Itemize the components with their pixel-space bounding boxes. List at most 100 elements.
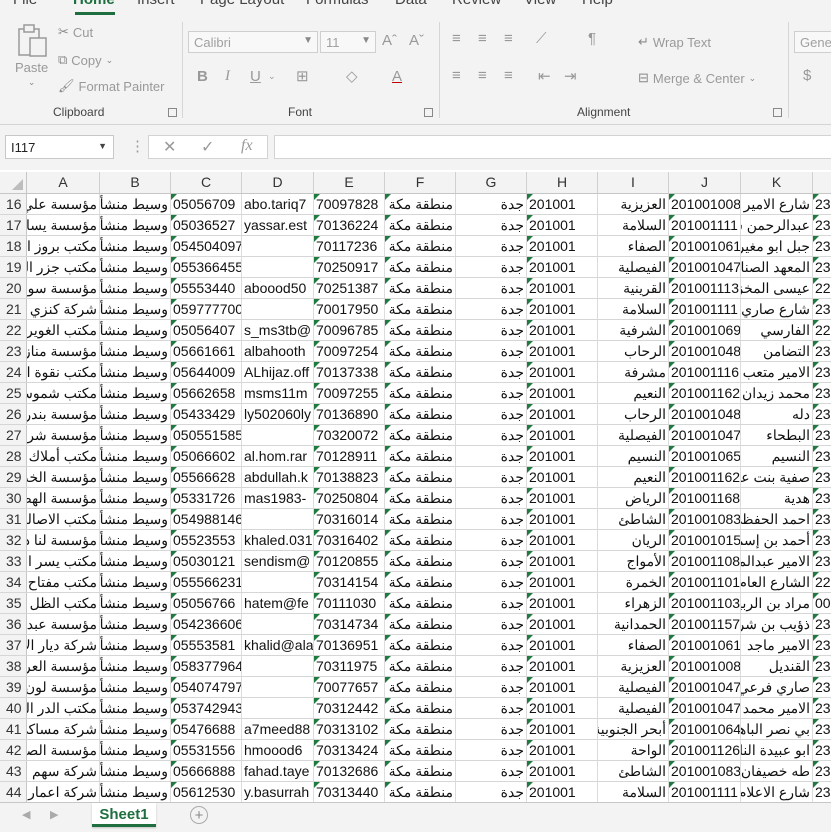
- cell-e[interactable]: 70313424: [314, 740, 385, 760]
- cell-j[interactable]: 201001162: [669, 467, 741, 487]
- cell-e[interactable]: 70077657: [314, 677, 385, 697]
- row-header[interactable]: 42: [0, 740, 27, 760]
- cell-k[interactable]: ابو عبيدة النا: [741, 740, 813, 760]
- cell-b[interactable]: وسيط منشأة: [100, 320, 171, 340]
- cell-a[interactable]: مؤسسة الهض: [27, 488, 100, 508]
- cell-j[interactable]: 201001047: [669, 677, 741, 697]
- cell-b[interactable]: وسيط منشأة: [100, 593, 171, 613]
- cell-k[interactable]: أحمد بن إسم: [741, 530, 813, 550]
- cell-g[interactable]: جدة: [456, 761, 527, 781]
- align-left-icon[interactable]: ≡: [452, 67, 461, 84]
- row-header[interactable]: 44: [0, 782, 27, 802]
- cell-k[interactable]: الفارسي: [741, 320, 813, 340]
- insert-function-button[interactable]: fx: [241, 137, 253, 155]
- cell-k[interactable]: صاري فرعي: [741, 677, 813, 697]
- cell-h[interactable]: 201001: [527, 740, 598, 760]
- clipboard-launcher-icon[interactable]: [168, 108, 177, 117]
- align-bottom-icon[interactable]: ≡: [504, 30, 513, 47]
- cell-e[interactable]: 70313440: [314, 782, 385, 802]
- cell-k[interactable]: عبدالرحمن ش: [741, 215, 813, 235]
- increase-font-button[interactable]: Aˆ: [382, 32, 397, 49]
- cell-d[interactable]: mas1983-: [242, 488, 314, 508]
- cell-c[interactable]: 0505515851: [171, 425, 242, 445]
- row-header[interactable]: 16: [0, 194, 27, 214]
- cell-l[interactable]: 22: [813, 320, 831, 340]
- cell-e[interactable]: 70136890: [314, 404, 385, 424]
- align-top-icon[interactable]: ≡: [452, 30, 461, 47]
- cell-j[interactable]: 201001162: [669, 383, 741, 403]
- cell-f[interactable]: منطقة مكة الـ: [385, 299, 456, 319]
- cell-i[interactable]: السلامة: [598, 299, 669, 319]
- cell-b[interactable]: وسيط منشأة: [100, 509, 171, 529]
- cell-e[interactable]: 70097828: [314, 194, 385, 214]
- cell-c[interactable]: 05433429: [171, 404, 242, 424]
- increase-indent-icon[interactable]: ⇥: [564, 67, 577, 85]
- cell-h[interactable]: 201001: [527, 635, 598, 655]
- cell-b[interactable]: وسيط منشأة: [100, 761, 171, 781]
- cell-a[interactable]: مؤسسة يسار: [27, 215, 100, 235]
- copy-button[interactable]: ⧉ Copy ⌄: [58, 52, 113, 68]
- cell-c[interactable]: 05553440: [171, 278, 242, 298]
- cell-g[interactable]: جدة: [456, 383, 527, 403]
- number-format-dropdown[interactable]: Gene: [794, 31, 831, 53]
- cell-k[interactable]: هدية: [741, 488, 813, 508]
- cell-e[interactable]: 70120855: [314, 551, 385, 571]
- cell-j[interactable]: 201001083: [669, 761, 741, 781]
- text-direction-icon[interactable]: ¶: [588, 30, 596, 47]
- cell-b[interactable]: وسيط منشأة: [100, 404, 171, 424]
- cell-f[interactable]: منطقة مكة الـ: [385, 761, 456, 781]
- cell-c[interactable]: 05531556: [171, 740, 242, 760]
- cell-c[interactable]: 0583779647: [171, 656, 242, 676]
- cell-g[interactable]: جدة: [456, 656, 527, 676]
- cell-d[interactable]: [242, 656, 314, 676]
- cell-i[interactable]: العزيزية: [598, 656, 669, 676]
- cell-c[interactable]: 05553581: [171, 635, 242, 655]
- cell-h[interactable]: 201001: [527, 698, 598, 718]
- cell-h[interactable]: 201001: [527, 530, 598, 550]
- cell-l[interactable]: 23: [813, 341, 831, 361]
- cell-h[interactable]: 201001: [527, 341, 598, 361]
- cell-k[interactable]: محمد زيدان: [741, 383, 813, 403]
- cell-b[interactable]: وسيط منشأة: [100, 572, 171, 592]
- cell-e[interactable]: 70136951: [314, 635, 385, 655]
- cell-h[interactable]: 201001: [527, 509, 598, 529]
- cell-l[interactable]: 23: [813, 404, 831, 424]
- cell-l[interactable]: 23: [813, 614, 831, 634]
- cell-a[interactable]: شركة ديار الا: [27, 635, 100, 655]
- borders-icon[interactable]: ⊞: [296, 67, 309, 85]
- cell-d[interactable]: y.basurrah: [242, 782, 314, 802]
- cell-a[interactable]: مكتب أملاك: [27, 446, 100, 466]
- cell-j[interactable]: 201001064: [669, 719, 741, 739]
- cell-i[interactable]: أبحر الجنوبية: [598, 719, 669, 739]
- cell-f[interactable]: منطقة مكة الـ: [385, 572, 456, 592]
- cell-f[interactable]: منطقة مكة الـ: [385, 488, 456, 508]
- cell-e[interactable]: 70137338: [314, 362, 385, 382]
- cell-d[interactable]: abo.tariq7: [242, 194, 314, 214]
- cell-j[interactable]: 201001168: [669, 488, 741, 508]
- cell-f[interactable]: منطقة مكة الـ: [385, 614, 456, 634]
- cell-k[interactable]: النسيم: [741, 446, 813, 466]
- cell-h[interactable]: 201001: [527, 362, 598, 382]
- cell-h[interactable]: 201001: [527, 614, 598, 634]
- cell-l[interactable]: 23: [813, 383, 831, 403]
- cell-e[interactable]: 70314154: [314, 572, 385, 592]
- cell-a[interactable]: مؤسسة العرو: [27, 656, 100, 676]
- row-header[interactable]: 27: [0, 425, 27, 445]
- row-header[interactable]: 38: [0, 656, 27, 676]
- cell-l[interactable]: 23: [813, 446, 831, 466]
- decrease-indent-icon[interactable]: ⇤: [538, 67, 551, 85]
- cell-j[interactable]: 201001069: [669, 320, 741, 340]
- cell-e[interactable]: 70097254: [314, 341, 385, 361]
- cell-e[interactable]: 70314734: [314, 614, 385, 634]
- cell-b[interactable]: وسيط منشأة: [100, 614, 171, 634]
- cell-a[interactable]: مؤسسة شرق: [27, 425, 100, 445]
- cut-button[interactable]: ✂ Cut: [58, 24, 93, 40]
- cell-c[interactable]: 05056766: [171, 593, 242, 613]
- row-header[interactable]: 33: [0, 551, 27, 571]
- cell-b[interactable]: وسيط منشأة: [100, 530, 171, 550]
- cell-l[interactable]: 23: [813, 362, 831, 382]
- column-header-f[interactable]: F: [385, 172, 456, 193]
- cell-g[interactable]: جدة: [456, 467, 527, 487]
- cell-a[interactable]: مكتب الظل ل: [27, 593, 100, 613]
- cell-h[interactable]: 201001: [527, 551, 598, 571]
